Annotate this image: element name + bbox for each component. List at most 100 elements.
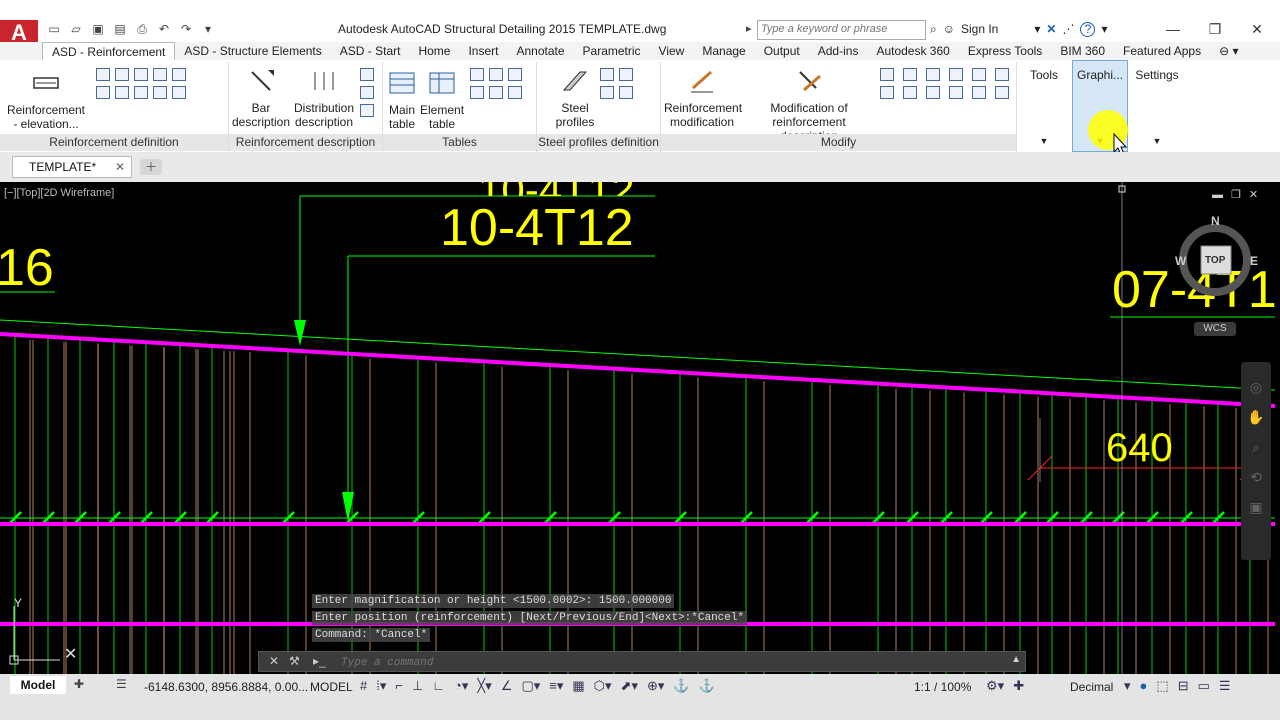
stirrup-icon[interactable] <box>153 68 167 81</box>
profile-tool-4-icon[interactable] <box>619 86 633 99</box>
table-tool-1-icon[interactable] <box>470 68 484 81</box>
new-icon[interactable]: ▭ <box>46 22 62 36</box>
compass-west[interactable]: W <box>1175 254 1186 268</box>
object-snap-tracking-icon[interactable]: ∠ <box>501 678 513 694</box>
table-tool-2-icon[interactable] <box>489 68 503 81</box>
description-tool-2-icon[interactable] <box>360 86 374 99</box>
tools-button[interactable]: Tools ▼ <box>1020 68 1068 148</box>
tab-asd-start[interactable]: ASD - Start <box>331 42 410 60</box>
tab-home[interactable]: Home <box>409 42 459 60</box>
tab-insert[interactable]: Insert <box>459 42 507 60</box>
description-tool-1-icon[interactable] <box>360 68 374 81</box>
modify-tool-4-icon[interactable] <box>949 68 963 81</box>
quick-properties-icon[interactable]: ● <box>1140 678 1148 694</box>
command-customize-icon[interactable]: ⚒ <box>289 654 300 668</box>
tab-asd-reinforcement[interactable]: ASD - Reinforcement <box>42 42 176 60</box>
modify-tool-11-icon[interactable] <box>972 86 986 99</box>
reinforcement-elevation-button[interactable]: Reinforcement - elevation... <box>4 70 88 131</box>
auto-scale-icon[interactable]: ⚓ <box>699 678 715 694</box>
coordinate-readout[interactable]: -6148.6300, 8956.8884, 0.00... <box>144 680 308 694</box>
transparency-icon[interactable]: ▦ <box>572 678 584 694</box>
help-icon[interactable]: ? <box>1080 21 1096 37</box>
tab-view[interactable]: View <box>650 42 694 60</box>
bar-arc-icon[interactable] <box>115 86 129 99</box>
tab-autodesk-360[interactable]: Autodesk 360 <box>867 42 958 60</box>
stay-connected-icon[interactable]: ⋰ <box>1062 22 1074 36</box>
command-input[interactable] <box>339 654 943 671</box>
curve-bar-icon[interactable] <box>134 68 148 81</box>
dynamic-input-icon[interactable]: ⊥ <box>412 678 423 694</box>
redo-icon[interactable]: ↷ <box>178 22 194 36</box>
modification-of-reinforcement-description-button[interactable]: Modification of reinforcement descriptio… <box>744 68 874 143</box>
help-dropdown-icon[interactable]: ▾ <box>1101 22 1107 36</box>
viewcube[interactable]: N W E TOP <box>1175 214 1258 314</box>
modify-tool-1-icon[interactable] <box>880 68 894 81</box>
lineweight-icon[interactable]: ≡▾ <box>549 678 563 694</box>
object-snap-icon[interactable]: ▢▾ <box>521 678 540 694</box>
settings-button[interactable]: Settings ▼ <box>1132 68 1182 148</box>
command-history-toggle-icon[interactable]: ▲ <box>1011 654 1021 665</box>
exchange-apps-icon[interactable]: ✕ <box>1046 22 1056 36</box>
customize-status-icon[interactable]: ☰ <box>1219 678 1231 694</box>
viewport-controls[interactable]: [−][Top][2D Wireframe] <box>4 187 114 199</box>
open-icon[interactable]: ▱ <box>68 22 84 36</box>
tab-bim-360[interactable]: BIM 360 <box>1051 42 1114 60</box>
workspace-gear-icon[interactable]: ⚙▾ <box>986 678 1004 694</box>
bar-set-icon[interactable] <box>115 68 129 81</box>
sign-in-link[interactable]: Sign In <box>961 22 998 36</box>
model-space-toggle[interactable]: MODEL <box>310 680 353 694</box>
tab-manage[interactable]: Manage <box>693 42 754 60</box>
annotation-visibility-icon[interactable]: ⚓ <box>673 678 689 694</box>
status-menu-icon[interactable]: ☰ <box>116 677 127 691</box>
modify-tool-3-icon[interactable] <box>926 68 940 81</box>
infer-constraints-icon[interactable]: ⌐ <box>395 678 403 694</box>
undo-icon[interactable]: ↶ <box>156 22 172 36</box>
table-tool-3-icon[interactable] <box>508 68 522 81</box>
plot-icon[interactable]: ⎙ <box>134 22 150 36</box>
modify-tool-7-icon[interactable] <box>880 86 894 99</box>
table-tool-4-icon[interactable] <box>470 86 484 99</box>
search-input[interactable] <box>758 21 924 37</box>
save-icon[interactable]: ▣ <box>90 22 106 36</box>
mesh-icon[interactable] <box>172 68 186 81</box>
units-selector[interactable]: Decimal <box>1070 680 1113 694</box>
profile-tool-2-icon[interactable] <box>619 68 633 81</box>
viewcube-top-face[interactable]: TOP <box>1205 255 1225 266</box>
bar-distribution-icon[interactable] <box>96 86 110 99</box>
wcs-menu[interactable]: WCS <box>1194 322 1236 336</box>
main-table-button[interactable]: Main table <box>384 70 420 131</box>
binoculars-icon[interactable]: ⌕ <box>930 22 937 37</box>
customize-qat-icon[interactable]: ▾ <box>200 22 216 36</box>
tab-annotate[interactable]: Annotate <box>507 42 573 60</box>
selection-cycling-icon[interactable]: ⬡▾ <box>594 678 612 694</box>
file-tab-template[interactable]: TEMPLATE* ✕ <box>12 156 132 178</box>
modify-tool-5-icon[interactable] <box>972 68 986 81</box>
reinforcement-modification-button[interactable]: Reinforcement modification <box>664 68 742 129</box>
minimize-button[interactable]: — <box>1152 18 1194 40</box>
sign-in-dropdown-icon[interactable]: ▾ <box>1034 22 1040 36</box>
tab-express-tools[interactable]: Express Tools <box>959 42 1051 60</box>
snap-icon[interactable]: ⁞▾ <box>376 678 386 694</box>
tab-asd-structure-elements[interactable]: ASD - Structure Elements <box>175 42 330 60</box>
compass-north[interactable]: N <box>1211 214 1220 228</box>
lock-ui-icon[interactable]: ⬚ <box>1156 678 1168 694</box>
command-prompt-icon[interactable]: ▸_ <box>313 654 326 668</box>
ribbon-minimize-icon[interactable]: ⊖ ▾ <box>1210 42 1247 60</box>
description-tool-3-icon[interactable] <box>360 104 374 117</box>
clean-screen-icon[interactable]: ▭ <box>1198 678 1210 694</box>
new-tab-button[interactable]: ＋ <box>140 159 162 175</box>
table-tool-5-icon[interactable] <box>489 86 503 99</box>
3d-osnap-icon[interactable]: ⬈▾ <box>621 678 638 694</box>
units-dropdown-icon[interactable]: ▾ <box>1124 678 1131 694</box>
profile-tool-1-icon[interactable] <box>600 68 614 81</box>
close-tab-icon[interactable]: ✕ <box>115 157 125 177</box>
annotation-monitor-icon[interactable]: ✚ <box>1013 678 1024 694</box>
table-tool-6-icon[interactable] <box>508 86 522 99</box>
bar-group-icon[interactable] <box>172 86 186 99</box>
dynamic-ucs-icon[interactable]: ⊕▾ <box>647 678 664 694</box>
steel-profiles-button[interactable]: Steel profiles <box>546 68 604 129</box>
modify-tool-10-icon[interactable] <box>949 86 963 99</box>
navbar-tools[interactable]: ◎ ✋ ⌕ ⟲ ▣ <box>1241 362 1271 522</box>
isolate-objects-icon[interactable]: ⊟ <box>1178 678 1189 694</box>
settings-dropdown-icon[interactable]: ▼ <box>1132 134 1182 148</box>
